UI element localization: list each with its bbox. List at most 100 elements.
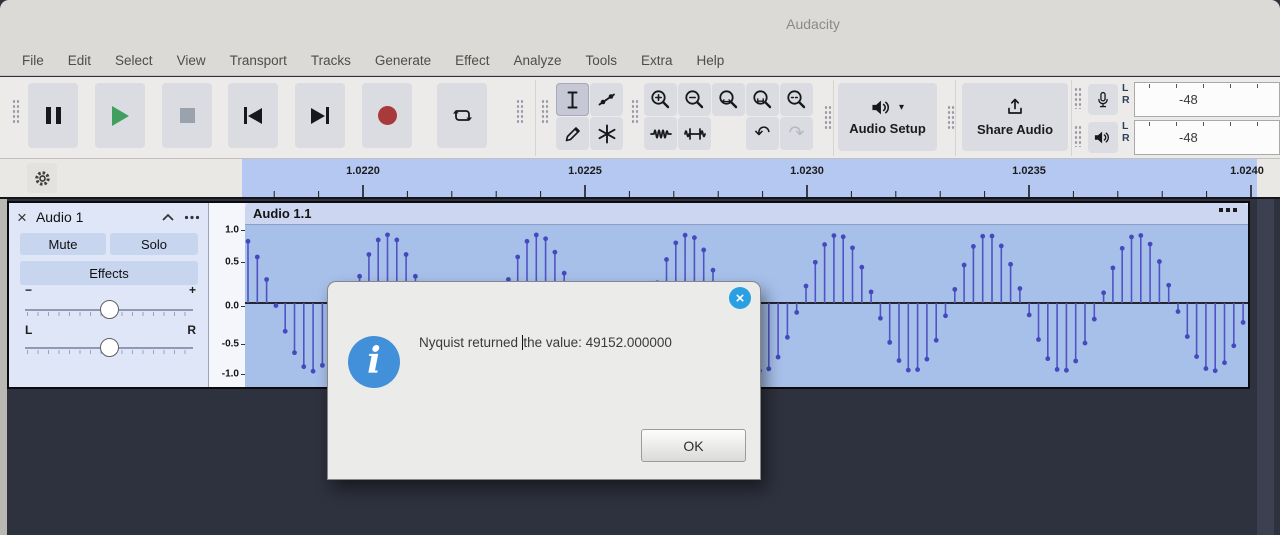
audacity-window: Audacity File Edit Select View Transport Trac… (0, 0, 1280, 535)
menu-extra[interactable]: Extra (641, 53, 673, 68)
solo-button[interactable]: Solo (110, 233, 198, 255)
toolbar-separator (833, 80, 834, 156)
meter-scale-ticks (1143, 84, 1277, 90)
track-name[interactable]: Audio 1 (36, 209, 83, 225)
pause-icon (46, 107, 61, 124)
pan-slider-thumb[interactable] (100, 338, 119, 357)
dialog-message: Nyquist returned the value: 49152.000000 (419, 335, 754, 350)
gain-slider-thumb[interactable] (100, 300, 119, 319)
playback-meter-bar[interactable]: -48 (1134, 120, 1280, 155)
dialog-close-button[interactable]: × (729, 287, 751, 309)
toolbar-separator (535, 80, 536, 156)
timeline-ticks (0, 159, 1280, 197)
pencil-icon (563, 124, 583, 144)
record-button[interactable] (362, 83, 412, 148)
pause-button[interactable] (28, 83, 78, 148)
track-control-panel: × Audio 1 Mute Solo Effects − + L R (9, 203, 208, 387)
transport-grip-end[interactable] (516, 99, 524, 125)
mute-button[interactable]: Mute (20, 233, 106, 255)
menu-file[interactable]: File (22, 53, 44, 68)
gain-min-label: − (25, 283, 32, 297)
clip-title: Audio 1.1 (253, 206, 312, 221)
silence-audio-button[interactable] (678, 117, 711, 150)
track-menu-dots-icon[interactable] (184, 215, 200, 220)
multi-tool-button[interactable] (590, 117, 623, 150)
undo-button[interactable]: ↶ (746, 117, 779, 150)
zoom-in-button[interactable] (644, 83, 677, 116)
share-grip[interactable] (947, 105, 955, 131)
recording-meter-value: -48 (1179, 92, 1198, 107)
menu-view[interactable]: View (177, 53, 206, 68)
collapse-chevron-icon[interactable] (162, 214, 174, 221)
zoom-out-icon (684, 89, 705, 110)
amplitude-label: -1.0 (222, 369, 239, 380)
close-icon: × (736, 291, 745, 306)
loop-button[interactable] (437, 83, 487, 148)
recording-meter-button[interactable] (1088, 84, 1118, 115)
redo-icon: ↷ (789, 124, 805, 143)
microphone-icon (1096, 90, 1110, 110)
undo-icon: ↶ (755, 124, 771, 143)
playback-meter-button[interactable] (1088, 122, 1118, 153)
ok-button[interactable]: OK (641, 429, 746, 462)
recording-meter-grip[interactable] (1074, 87, 1082, 109)
clip-header[interactable]: Audio 1.1 (245, 203, 1248, 225)
audio-setup-button[interactable]: ▾ Audio Setup (838, 83, 937, 151)
menu-bar: File Edit Select View Transport Tracks Generat… (0, 46, 1280, 76)
gain-max-label: + (189, 283, 196, 297)
menu-effect[interactable]: Effect (455, 53, 489, 68)
zoom-project-button[interactable] (746, 83, 779, 116)
toolbar-separator (955, 80, 956, 156)
stop-icon (180, 108, 195, 123)
zoom-in-icon (650, 89, 671, 110)
track-close-icon[interactable]: × (17, 209, 27, 226)
audio-setup-grip[interactable] (824, 105, 832, 131)
clip-menu-dots-icon[interactable] (1218, 207, 1238, 213)
menu-edit[interactable]: Edit (68, 53, 91, 68)
zoom-out-button[interactable] (678, 83, 711, 116)
menu-help[interactable]: Help (697, 53, 725, 68)
trim-outside-button[interactable] (644, 117, 677, 150)
tools-grip[interactable] (541, 99, 549, 125)
pan-right-label: R (187, 323, 196, 337)
menu-transport[interactable]: Transport (230, 53, 287, 68)
playback-meter-value: -48 (1179, 130, 1198, 145)
skip-to-end-button[interactable] (295, 83, 345, 148)
amplitude-ruler[interactable]: 1.00.50.0-0.5-1.0 (208, 203, 245, 387)
transport-grip[interactable] (12, 99, 20, 125)
edit-grip[interactable] (631, 99, 639, 125)
zoom-toggle-button[interactable] (780, 83, 813, 116)
menu-analyze[interactable]: Analyze (513, 53, 561, 68)
play-button[interactable] (95, 83, 145, 148)
recording-channel-r: R (1122, 95, 1130, 106)
zoom-selection-icon (718, 89, 739, 110)
record-icon (378, 106, 397, 125)
timeline-ruler[interactable]: 1.02201.02251.02301.02351.0240 (0, 159, 1280, 199)
menu-tools[interactable]: Tools (585, 53, 617, 68)
play-icon (112, 106, 129, 126)
amplitude-label: -0.5 (222, 339, 239, 350)
audio-setup-label: Audio Setup (849, 121, 926, 136)
silence-audio-icon (684, 124, 706, 144)
playback-channel-r: R (1122, 133, 1130, 144)
stop-button[interactable] (162, 83, 212, 148)
menu-select[interactable]: Select (115, 53, 153, 68)
share-audio-button[interactable]: Share Audio (962, 83, 1068, 151)
multi-tool-icon (597, 124, 617, 144)
selection-tool-button[interactable] (556, 83, 589, 116)
playback-meter-grip[interactable] (1074, 125, 1082, 147)
draw-tool-button[interactable] (556, 117, 589, 150)
menu-tracks[interactable]: Tracks (311, 53, 351, 68)
menu-generate[interactable]: Generate (375, 53, 431, 68)
recording-meter-bar[interactable]: -48 (1134, 82, 1280, 117)
vertical-scrollbar[interactable] (1257, 199, 1274, 535)
dropdown-arrow-icon: ▾ (899, 102, 904, 113)
redo-button[interactable]: ↷ (780, 117, 813, 150)
skip-to-start-button[interactable] (228, 83, 278, 148)
envelope-tool-button[interactable] (590, 83, 623, 116)
skip-to-end-icon (311, 107, 329, 124)
pan-left-label: L (25, 323, 32, 337)
effects-button[interactable]: Effects (20, 261, 198, 285)
zoom-selection-button[interactable] (712, 83, 745, 116)
window-title: Audacity (786, 16, 840, 32)
